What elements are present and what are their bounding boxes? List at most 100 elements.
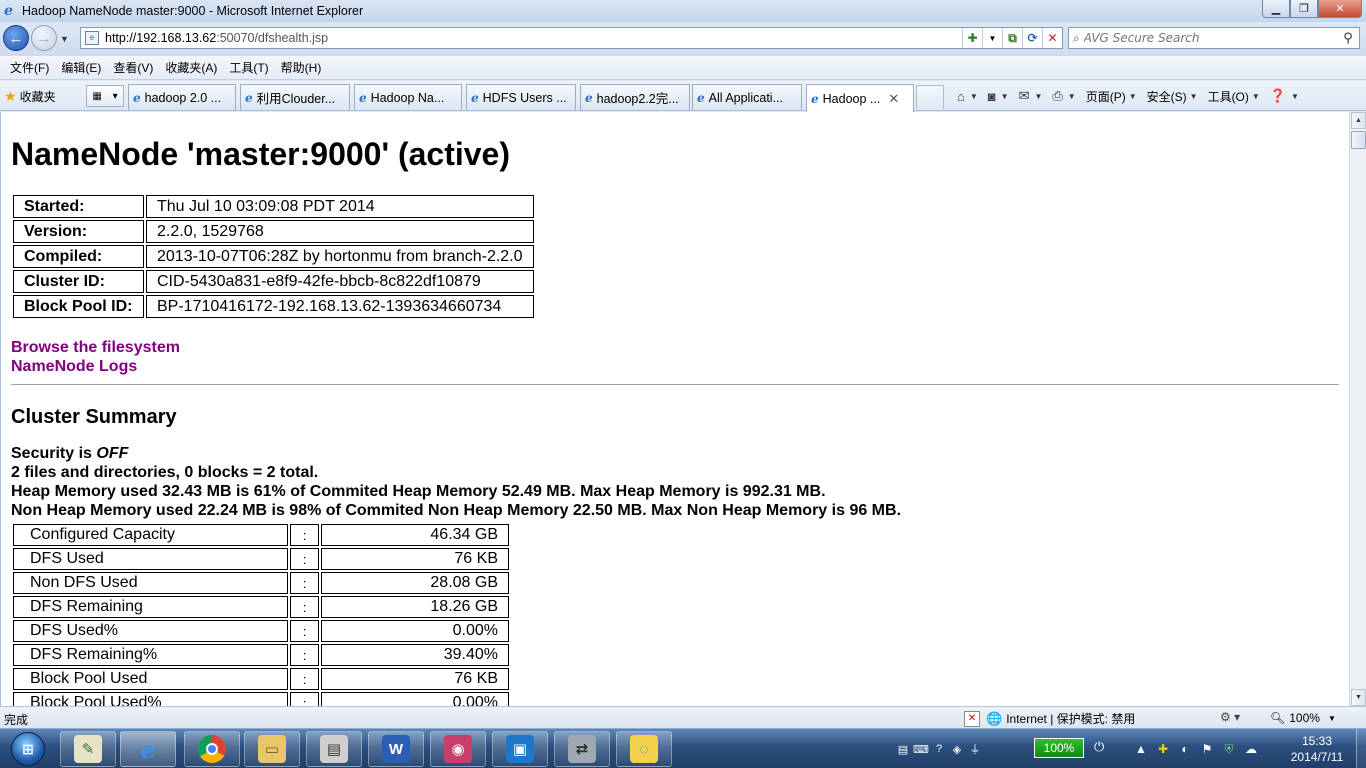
taskbar-app-word[interactable]: W — [368, 731, 424, 767]
flag-icon[interactable]: ⚑ — [1196, 742, 1218, 756]
search-input[interactable] — [1083, 31, 1337, 45]
tab-close-icon[interactable]: ✕ — [888, 91, 899, 107]
tab-3[interactable]: e Hadoop Na... — [354, 84, 462, 110]
divider — [11, 384, 1339, 385]
menu-view[interactable]: 查看(V) — [107, 57, 159, 79]
power-plug-icon[interactable]: ⏻ — [1094, 739, 1104, 755]
pdf-icon[interactable]: ▤ — [894, 743, 912, 756]
menu-favorites[interactable]: 收藏夹(A) — [159, 57, 223, 79]
new-tab-button[interactable] — [916, 85, 944, 109]
capacity-key: Non DFS Used — [13, 572, 288, 594]
menu-help[interactable]: 帮助(H) — [275, 57, 328, 79]
tray-expand-icon[interactable]: ▲ — [1130, 742, 1152, 756]
ie-page-icon: e — [697, 90, 705, 105]
safety-menu-button[interactable]: 安全(S) ▼ — [1142, 84, 1203, 108]
weather-icon[interactable]: ☁ — [1240, 742, 1262, 756]
tab-label: hadoop2.2完... — [596, 92, 679, 106]
chat-bubble-icon: ◌ — [630, 735, 658, 763]
mail-button[interactable]: ✉ ▼ — [1014, 84, 1048, 108]
address-url[interactable]: http://192.168.13.62:50070/dfshealth.jsp — [105, 31, 962, 45]
security-zone[interactable]: ✕ 🌐 Internet | 保护模式: 禁用 — [964, 710, 1135, 727]
scroll-up-icon[interactable]: ▲ — [1351, 112, 1366, 129]
show-desktop-button[interactable] — [1356, 729, 1366, 768]
security-prefix: Security is — [11, 445, 97, 462]
start-button[interactable]: ⊞ — [2, 730, 54, 768]
tab-label: All Applicati... — [708, 90, 783, 105]
taskbar-app-ie[interactable]: e — [120, 731, 176, 767]
system-clock[interactable]: 15:33 2014/7/11 — [1280, 733, 1354, 765]
scroll-down-icon[interactable]: ▼ — [1351, 689, 1366, 706]
search-go-icon[interactable]: ⚲ — [1337, 30, 1359, 46]
tab-2[interactable]: e 利用Clouder... — [240, 84, 350, 110]
zoom-control[interactable]: 🔍︎ 100% ▼ — [1270, 711, 1336, 725]
tab-list-dropdown-icon[interactable]: ▾ — [113, 91, 118, 102]
page-menu-button[interactable]: 页面(P) ▼ — [1081, 84, 1142, 108]
tab-active-hadoop[interactable]: e Hadoop ... ✕ — [806, 84, 914, 112]
feeds-button[interactable]: ◙ ▼ — [983, 84, 1014, 108]
compatibility-view-icon[interactable]: ⧉ — [1002, 28, 1022, 48]
address-dropdown-icon[interactable]: ▼ — [982, 28, 1002, 48]
help-icon[interactable]: ? — [930, 743, 948, 755]
address-bar[interactable]: e http://192.168.13.62:50070/dfshealth.j… — [80, 27, 1063, 49]
menu-tools[interactable]: 工具(T) — [223, 57, 274, 79]
namenode-logs-link[interactable]: NameNode Logs — [11, 358, 137, 376]
antivirus-icon[interactable]: ⛨ — [1218, 742, 1240, 757]
capacity-value: 46.34 GB — [321, 524, 509, 546]
taskbar-app-network[interactable]: ⇄ — [554, 731, 610, 767]
stop-icon[interactable]: ✕ — [1042, 28, 1062, 48]
capacity-separator: : — [290, 572, 319, 594]
table-row: DFS Used% : 0.00% — [13, 620, 509, 642]
help-icon: ❓ — [1269, 88, 1286, 103]
tools-menu-label: 工具(O) — [1207, 89, 1249, 104]
minimize-button[interactable]: ▁ — [1262, 0, 1290, 18]
menu-file[interactable]: 文件(F) — [4, 57, 55, 79]
capacity-value: 76 KB — [321, 548, 509, 570]
tab-5[interactable]: e hadoop2.2完... — [580, 84, 690, 110]
scroll-thumb[interactable] — [1351, 131, 1366, 149]
history-dropdown-icon[interactable]: ▼ — [60, 34, 69, 44]
taskbar-app-remote[interactable]: ▤ — [306, 731, 362, 767]
tab-1[interactable]: e hadoop 2.0 ... — [128, 84, 236, 110]
shield-icon[interactable]: ◈ — [948, 743, 966, 756]
heap-memory-summary: Heap Memory used 32.43 MB is 61% of Comm… — [11, 483, 826, 500]
print-button[interactable]: ⎙ ▼ — [1047, 84, 1080, 108]
taskbar-app-explorer[interactable]: ▭ — [244, 731, 300, 767]
info-value: 2.2.0, 1529768 — [146, 220, 534, 243]
capacity-separator: : — [290, 668, 319, 690]
popup-blocked-icon[interactable]: ✕ — [964, 710, 980, 727]
avg-plus-icon[interactable]: ✚ — [1152, 742, 1174, 756]
forward-button[interactable]: → — [31, 25, 57, 51]
battery-indicator[interactable]: 100% — [1034, 738, 1084, 758]
usb-icon[interactable]: ⏚ — [966, 741, 984, 757]
browse-filesystem-link[interactable]: Browse the filesystem — [11, 339, 180, 357]
menu-edit[interactable]: 编辑(E) — [55, 57, 107, 79]
info-value: CID-5430a831-e8f9-42fe-bbcb-8c822df10879 — [146, 270, 534, 293]
avg-plus-icon[interactable]: ✚ — [962, 28, 982, 48]
network-icon[interactable]: ◐ — [1174, 742, 1196, 756]
page-viewport[interactable]: NameNode 'master:9000' (active) Started:… — [0, 112, 1349, 706]
taskbar-app-vm[interactable]: ▣ — [492, 731, 548, 767]
search-box[interactable]: ⌕ ⚲ — [1068, 27, 1360, 49]
keyboard-icon[interactable]: ⌨ — [912, 743, 930, 756]
tab-4[interactable]: e HDFS Users ... — [466, 84, 576, 110]
capacity-key: DFS Used% — [13, 620, 288, 642]
refresh-icon[interactable]: ⟳ — [1022, 28, 1042, 48]
zoom-magnifier-icon: 🔍︎ — [1270, 711, 1286, 725]
quick-tabs-button[interactable]: ▦ ▾ — [86, 85, 124, 107]
favorites-button[interactable]: ★ 收藏夹 — [4, 85, 56, 107]
taskbar-app-messenger[interactable]: ◌ — [616, 731, 672, 767]
vertical-scrollbar[interactable]: ▲ ▼ — [1349, 112, 1366, 706]
maximize-button[interactable]: ❐ — [1290, 0, 1318, 18]
help-button[interactable]: ❓ ▼ — [1265, 84, 1304, 108]
taskbar-app-chrome[interactable] — [184, 731, 240, 767]
info-key: Started: — [13, 195, 144, 218]
home-button[interactable]: ⌂ ▼ — [952, 84, 983, 108]
tab-6[interactable]: e All Applicati... — [692, 84, 802, 110]
tools-menu-button[interactable]: 工具(O) ▼ — [1203, 84, 1265, 108]
back-button[interactable]: ← — [3, 25, 29, 51]
table-row: Cluster ID: CID-5430a831-e8f9-42fe-bbcb-… — [13, 270, 534, 293]
close-button[interactable]: ✕ — [1318, 0, 1362, 18]
taskbar-app-database[interactable]: ◉ — [430, 731, 486, 767]
taskbar-app-notepad[interactable]: ✎ — [60, 731, 116, 767]
settings-gear-icon[interactable]: ⚙ ▾ — [1220, 710, 1240, 724]
